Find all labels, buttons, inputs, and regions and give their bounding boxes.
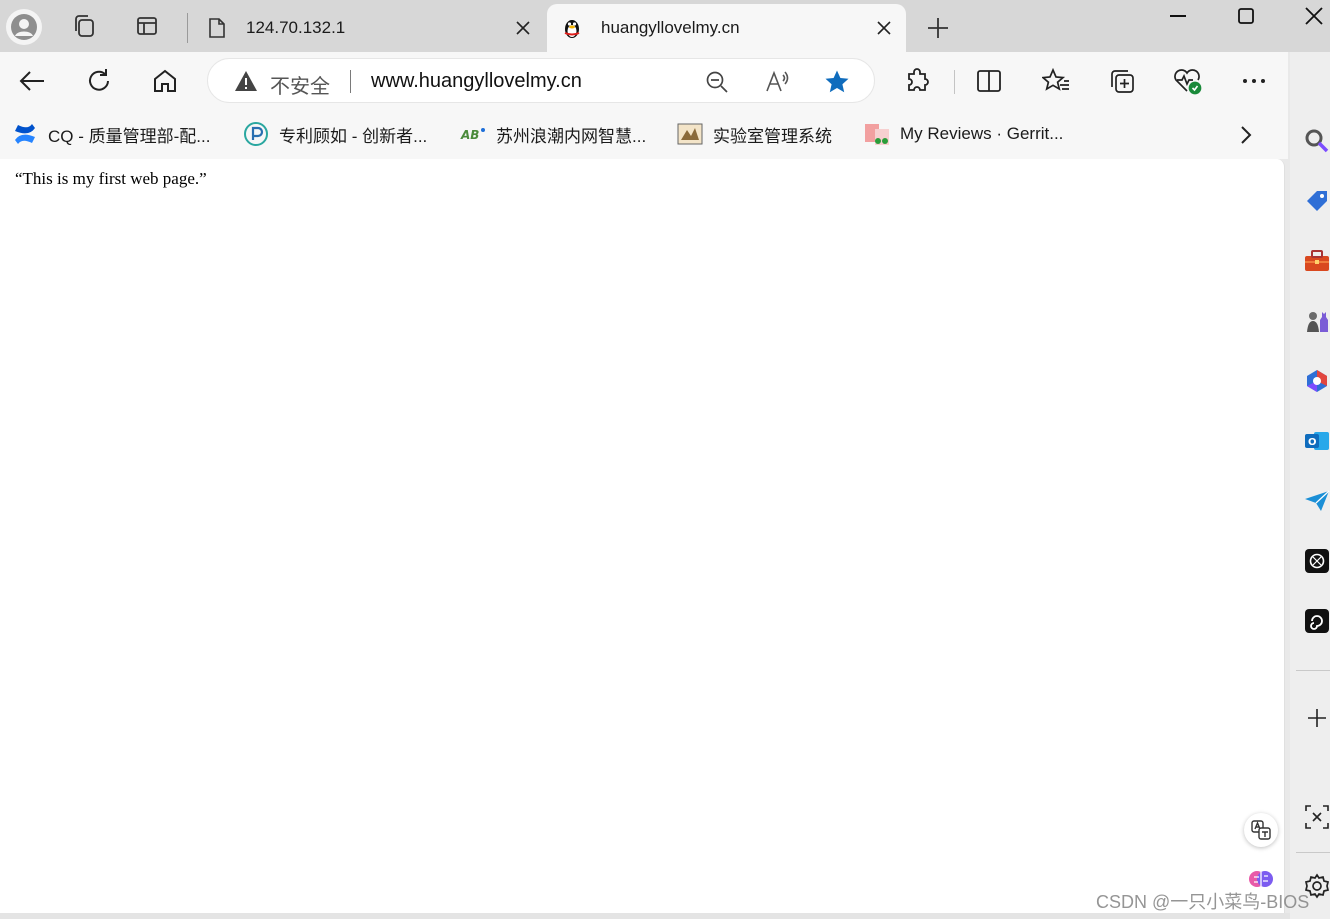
favorite-item[interactable]: 实验室管理系统 — [677, 120, 832, 148]
favorite-label: CQ - 质量管理部-配... — [48, 126, 211, 146]
arrow-left-icon — [19, 71, 44, 91]
favorite-item[interactable]: 专利顾如 - 创新者... — [243, 120, 427, 148]
minimize-icon — [1170, 15, 1186, 17]
patent-icon — [243, 121, 269, 147]
close-tab-icon[interactable] — [509, 14, 537, 42]
page-text: “This is my first web page.” — [15, 169, 207, 188]
sidebar-divider — [1296, 670, 1330, 671]
edge-sidebar: O — [1290, 52, 1330, 919]
close-window-button[interactable] — [1296, 2, 1330, 30]
gerrit-icon — [864, 121, 890, 147]
qq-penguin-icon — [561, 17, 583, 39]
address-divider — [350, 70, 351, 93]
workspaces-icon[interactable] — [70, 12, 98, 40]
favorite-label: My Reviews · Gerrit... — [900, 124, 1064, 143]
new-tab-button[interactable] — [922, 12, 954, 44]
favorite-label: 实验室管理系统 — [713, 126, 832, 146]
svg-text:AB: AB — [460, 128, 479, 142]
tab-strip: 124.70.132.1 huangyllovelmy.cn — [0, 0, 1330, 52]
watermark: CSDN @一只小菜鸟-BIOS — [1096, 892, 1310, 912]
close-tab-icon[interactable] — [870, 14, 898, 42]
favorites-icon[interactable] — [1038, 63, 1074, 99]
split-screen-icon[interactable] — [971, 63, 1007, 99]
maximize-icon — [1238, 8, 1254, 24]
favorite-label: 专利顾如 - 创新者... — [279, 126, 428, 146]
add-sidebar-app-icon[interactable] — [1302, 703, 1330, 733]
outlook-icon[interactable]: O — [1302, 426, 1330, 456]
zoom-out-icon[interactable] — [702, 67, 732, 97]
confluence-icon — [12, 121, 38, 147]
toolbar-divider — [954, 70, 955, 94]
favorite-item[interactable]: CQ - 质量管理部-配... — [12, 120, 210, 148]
extensions-icon[interactable] — [899, 63, 935, 99]
read-aloud-icon[interactable] — [763, 67, 793, 97]
chevron-right-icon — [1241, 126, 1252, 144]
home-icon — [154, 69, 176, 92]
tab-title: huangyllovelmy.cn — [601, 18, 740, 37]
ab-icon: AB — [460, 121, 486, 147]
vertical-tabs-icon[interactable] — [133, 12, 161, 40]
tab-divider — [187, 13, 188, 43]
profile-avatar[interactable] — [6, 9, 42, 45]
minimize-button[interactable] — [1160, 2, 1196, 30]
tab-title: 124.70.132.1 — [246, 18, 346, 37]
more-options-icon[interactable] — [1236, 63, 1272, 99]
web-content: “This is my first web page.” — [0, 159, 1285, 913]
microsoft-365-icon[interactable] — [1302, 366, 1330, 396]
screenshot-icon[interactable] — [1302, 802, 1330, 832]
sidebar-divider — [1296, 852, 1330, 853]
tab-ip[interactable]: 124.70.132.1 — [192, 4, 545, 52]
browser-essentials-icon[interactable] — [1170, 63, 1206, 99]
favorite-label: 苏州浪潮内网智慧... — [496, 126, 647, 146]
maximize-button[interactable] — [1228, 2, 1264, 30]
refresh-icon — [89, 69, 109, 91]
address-bar[interactable]: 不安全 www.huangyllovelmy.cn — [207, 58, 875, 103]
page-icon — [206, 17, 228, 39]
collections-icon[interactable] — [1104, 63, 1140, 99]
person-icon — [11, 14, 37, 40]
favorite-item[interactable]: My Reviews · Gerrit... — [864, 120, 1063, 148]
warning-icon[interactable] — [234, 69, 258, 93]
favorite-item[interactable]: AB 苏州浪潮内网智慧... — [460, 120, 646, 148]
security-label[interactable]: 不安全 — [270, 70, 330, 99]
shopping-tag-icon[interactable] — [1302, 186, 1330, 216]
navigation-toolbar: 不安全 www.huangyllovelmy.cn — [0, 52, 1288, 109]
tab-active[interactable]: huangyllovelmy.cn — [547, 4, 906, 52]
favorite-star-icon[interactable] — [822, 67, 852, 97]
tools-briefcase-icon[interactable] — [1302, 246, 1330, 276]
close-icon — [1305, 7, 1323, 25]
send-plane-icon[interactable] — [1302, 486, 1330, 516]
search-icon[interactable] — [1302, 126, 1330, 156]
lab-icon — [677, 121, 703, 147]
favorites-bar: CQ - 质量管理部-配... 专利顾如 - 创新者... AB 苏州浪潮内网智… — [0, 109, 1288, 159]
translate-icon — [1251, 820, 1271, 840]
home-button[interactable] — [147, 63, 183, 99]
back-button[interactable] — [14, 63, 50, 99]
plus-icon — [928, 18, 948, 38]
url-text[interactable]: www.huangyllovelmy.cn — [371, 70, 582, 93]
more-favorites-button[interactable] — [1232, 121, 1260, 149]
games-icon[interactable] — [1302, 306, 1330, 336]
translate-button[interactable] — [1244, 813, 1278, 847]
svg-text:O: O — [1308, 437, 1317, 448]
ai-assistant-icon[interactable] — [1302, 606, 1330, 636]
chatgpt-icon[interactable] — [1302, 546, 1330, 576]
refresh-button[interactable] — [81, 63, 117, 99]
